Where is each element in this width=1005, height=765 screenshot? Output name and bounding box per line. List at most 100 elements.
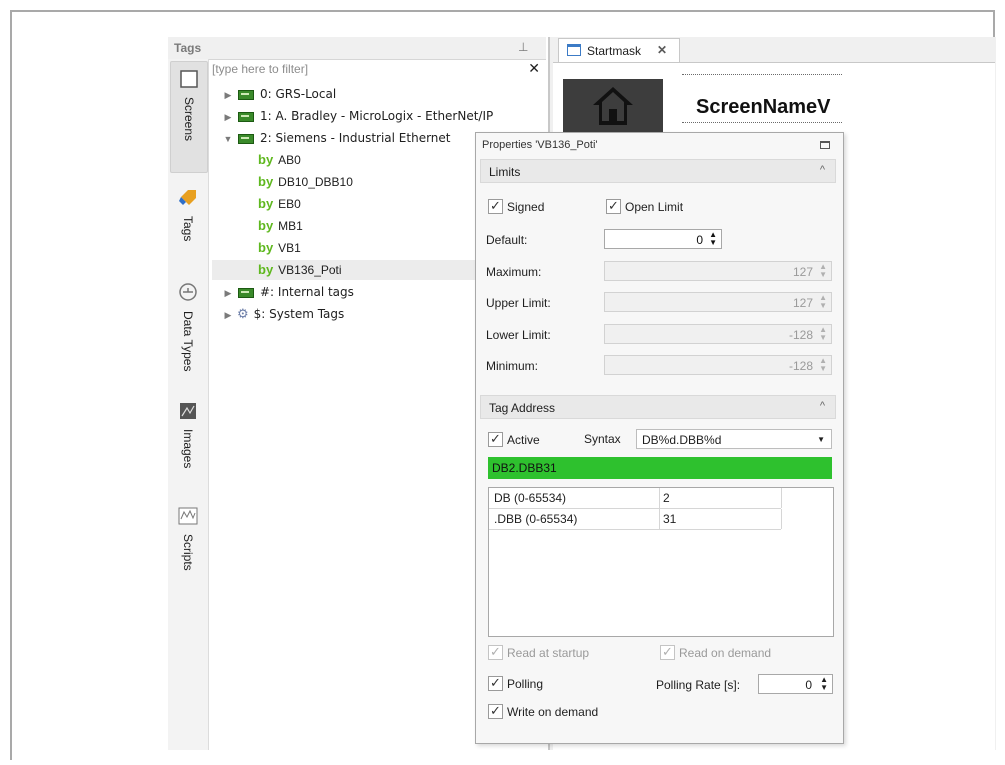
signed-label: Signed [507,200,545,214]
tag-item-vb1[interactable]: by VB1 [258,238,301,258]
param-name: .DBB (0-65534) [494,512,578,526]
tag-item-ab0[interactable]: by AB0 [258,150,301,170]
gear-icon: ⚙ [237,306,249,321]
tag-item-label: EB0 [278,197,301,211]
limits-section-header[interactable]: Limits ^ [480,159,836,183]
guide-line [682,122,842,123]
lower-limit-value: -128 [788,328,813,342]
lower-limit-input: -128 ▲ ▼ [604,324,832,344]
minimum-label: Minimum: [486,359,539,373]
signed-checkbox[interactable]: ✓ Signed [488,199,544,215]
clear-filter-icon[interactable]: ✕ [528,60,540,77]
write-on-demand-label: Write on demand [507,705,599,719]
maximize-icon[interactable] [820,141,830,149]
spin-arrows-icon: ▲ ▼ [819,325,827,342]
table-row[interactable]: .DBB (0-65534) 31 [489,509,782,530]
tab-images-label: Images [181,429,195,469]
default-label: Default: [486,233,528,247]
tag-item-label: DB10_DBB10 [278,175,353,189]
polling-rate-input[interactable]: 0 ▲ ▼ [758,674,833,694]
tag-item-vb136-poti[interactable]: by VB136_Poti [212,260,476,280]
tab-data-types-label: Data Types [181,311,195,372]
tab-data-types[interactable]: Data Types [170,274,206,389]
tab-tags-label: Tags [181,216,195,242]
screen-icon [180,70,198,91]
write-on-demand-checkbox[interactable]: ✓ Write on demand [488,704,598,720]
tag-item-label: VB1 [278,241,301,255]
home-button[interactable] [563,79,663,133]
tab-screens-label: Screens [182,97,196,142]
properties-title: Properties 'VB136_Poti' [482,139,598,151]
spin-arrows-icon[interactable]: ▲ ▼ [709,231,717,247]
chevron-up-icon[interactable]: ^ [820,164,825,176]
default-value: 0 [696,233,703,247]
open-limit-label: Open Limit [625,200,684,214]
tree-node-siemens[interactable]: ▼ 2: Siemens - Industrial Ethernet [222,128,451,148]
tag-item-mb1[interactable]: by MB1 [258,216,303,236]
syntax-select[interactable]: DB%d.DBB%d ▼ [636,429,832,449]
expand-arrow-icon[interactable]: ▶ [222,107,234,127]
expand-arrow-icon[interactable]: ▶ [222,305,234,325]
tab-screens[interactable]: Screens [170,61,208,173]
byte-type-icon: by [258,196,274,211]
checkbox-box: ✓ [488,199,503,215]
cell-divider [781,488,782,508]
expand-arrow-icon[interactable]: ▶ [222,85,234,105]
tree-node-label: 2: Siemens - Industrial Ethernet [260,131,451,145]
byte-type-icon: by [258,218,274,233]
active-checkbox[interactable]: ✓ Active [488,432,540,448]
tree-node-label: $: System Tags [253,307,345,321]
spin-arrows-icon[interactable]: ▲ ▼ [820,676,828,692]
tag-item-db10-dbb10[interactable]: by DB10_DBB10 [258,172,353,192]
filter-placeholder: [type here to filter] [212,62,309,76]
param-value[interactable]: 31 [663,512,676,526]
tag-icon [178,187,198,210]
upper-limit-input: 127 ▲ ▼ [604,292,832,312]
param-value[interactable]: 2 [663,491,670,505]
address-value: DB2.DBB31 [492,461,557,475]
collapse-arrow-icon[interactable]: ▼ [222,129,234,149]
lower-limit-label: Lower Limit: [486,328,551,342]
tag-item-label: AB0 [278,153,301,167]
chevron-up-icon[interactable]: ^ [820,400,825,412]
tree-node-allen-bradley[interactable]: ▶ 1: A. Bradley - MicroLogix - EtherNet/I… [222,106,494,127]
tag-item-eb0[interactable]: by EB0 [258,194,301,214]
checkbox-box: ✓ [488,432,503,448]
tags-panel-header: Tags ⊥ [168,37,546,60]
upper-limit-value: 127 [792,296,813,310]
tab-scripts[interactable]: Scripts [170,499,206,599]
tag-item-label: MB1 [278,219,303,233]
active-label: Active [507,433,540,447]
pin-icon[interactable]: ⊥ [518,40,528,54]
tab-startmask[interactable]: Startmask ✕ [558,38,680,63]
polling-rate-value: 0 [805,678,812,692]
tag-address-section-header[interactable]: Tag Address ^ [480,395,836,419]
cell-divider [659,509,660,529]
tab-images[interactable]: Images [170,394,206,484]
tree-node-internal-tags[interactable]: ▶ #: Internal tags [222,282,354,302]
byte-type-icon: by [258,152,274,167]
tree-node-system-tags[interactable]: ▶ ⚙ $: System Tags [222,304,345,325]
table-row[interactable]: DB (0-65534) 2 [489,488,782,509]
tab-scripts-label: Scripts [181,534,195,571]
close-tab-icon[interactable]: ✕ [657,43,667,57]
filter-input[interactable]: [type here to filter] ✕ [212,60,544,78]
open-limit-checkbox[interactable]: ✓ Open Limit [606,199,683,215]
tree-node-label: 0: GRS-Local [260,87,337,101]
tags-panel-title: Tags [174,41,202,55]
tree-node-label: #: Internal tags [260,285,354,299]
limits-section-title: Limits [489,165,521,179]
byte-type-icon: by [258,262,274,277]
expand-arrow-icon[interactable]: ▶ [222,283,234,303]
spin-arrows-icon: ▲ ▼ [819,262,827,279]
guide-line [682,74,842,75]
tree-node-grs-local[interactable]: ▶ 0: GRS-Local [222,84,337,105]
default-input[interactable]: 0 ▲ ▼ [604,229,722,249]
tag-item-label: VB136_Poti [278,263,342,277]
polling-label: Polling [507,677,544,691]
tab-tags[interactable]: Tags [170,179,206,274]
syntax-label: Syntax [584,432,621,446]
polling-rate-label: Polling Rate [s]: [656,678,741,692]
cell-divider [659,488,660,508]
polling-checkbox[interactable]: ✓ Polling [488,676,543,692]
